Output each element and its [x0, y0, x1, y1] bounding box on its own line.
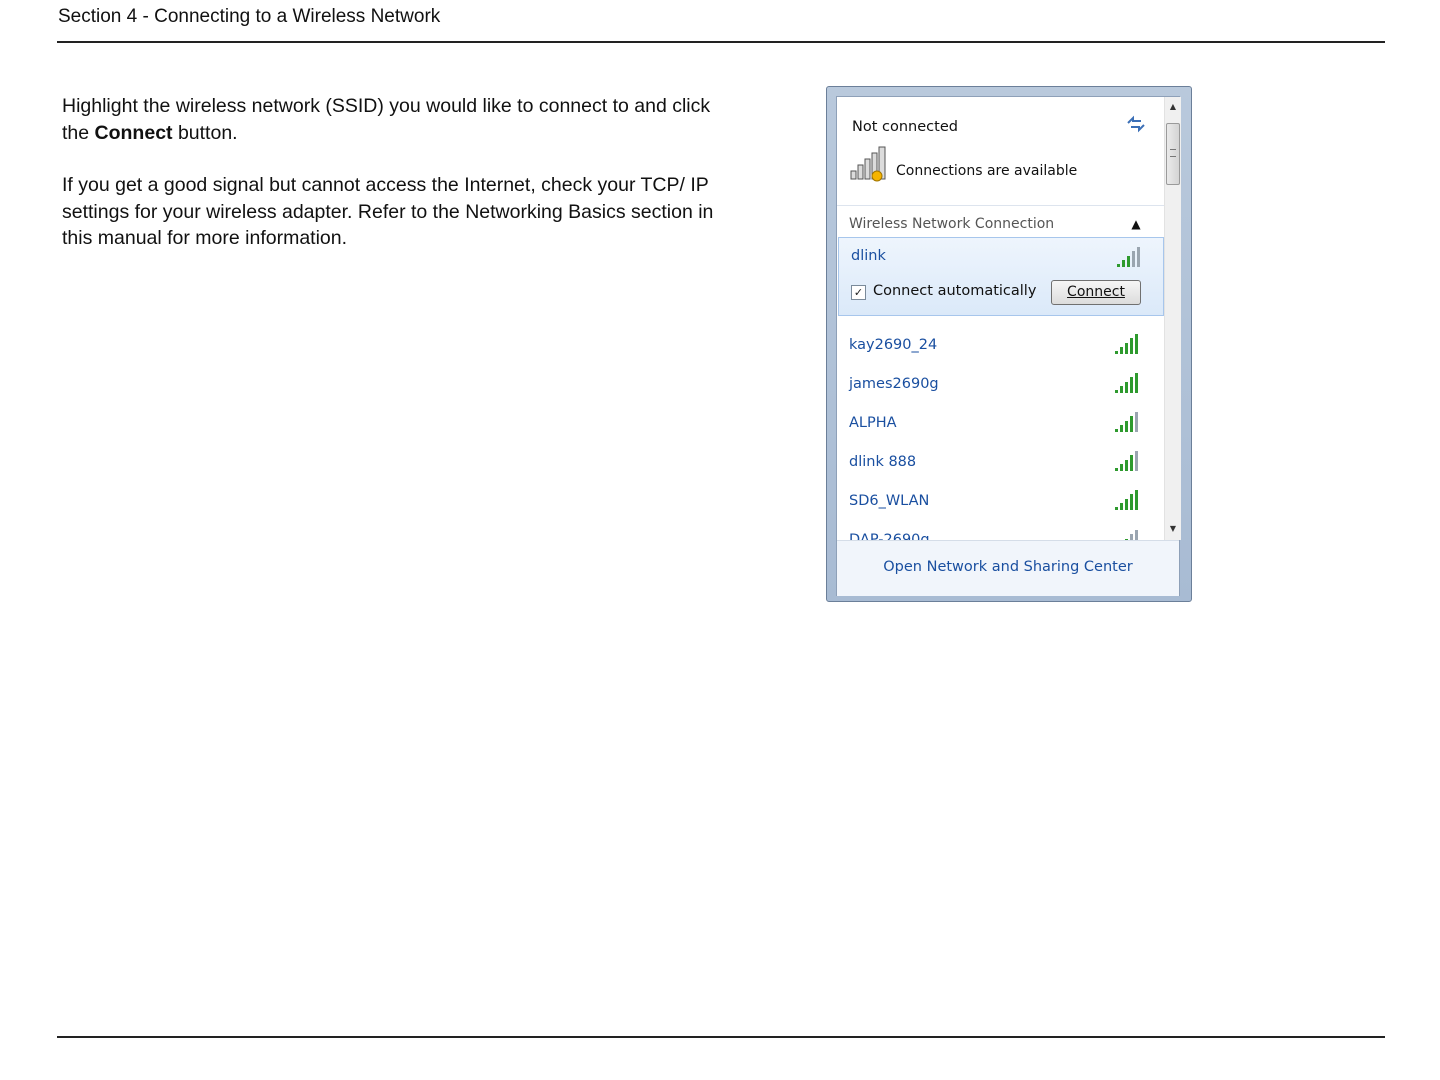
signal-bars-icon	[1125, 530, 1138, 540]
signal-bars-icon	[1115, 451, 1138, 471]
instruction-paragraph-2: If you get a good signal but cannot acce…	[62, 174, 714, 249]
connect-automatically-label: Connect automatically	[873, 283, 1037, 299]
refresh-icon[interactable]	[1125, 115, 1147, 133]
instruction-paragraph-1: Highlight the wireless network (SSID) yo…	[62, 95, 711, 144]
flyout-footer: Open Network and Sharing Center	[837, 540, 1179, 596]
scroll-down-icon[interactable]: ▼	[1165, 521, 1181, 537]
header-rule	[57, 41, 1385, 43]
scroll-up-icon[interactable]: ▲	[1165, 99, 1181, 115]
divider	[837, 205, 1165, 206]
footer-rule	[57, 1036, 1385, 1038]
signal-bars-icon	[1115, 373, 1138, 393]
network-list-scrollbar[interactable]: ▲ ▼	[1164, 97, 1181, 540]
instructions: Highlight the wireless network (SSID) yo…	[62, 93, 742, 278]
open-network-sharing-center-link[interactable]: Open Network and Sharing Center	[837, 559, 1179, 575]
thumb-grip	[1170, 149, 1176, 157]
availability-text: Connections are available	[896, 163, 1078, 179]
list-item[interactable]: DAP-2690g	[837, 517, 1164, 540]
signal-bars-icon	[1115, 334, 1138, 354]
flyout-panel: Not connected Connections are available …	[836, 96, 1181, 596]
section-header: Section 4 - Connecting to a Wireless Net…	[58, 6, 441, 27]
wireless-flyout: Not connected Connections are available …	[826, 86, 1192, 602]
chevron-up-icon[interactable]: ▲	[1128, 217, 1144, 231]
network-item-selected[interactable]: dlink ✓ Connect automatically Connect	[838, 237, 1164, 316]
network-name: dlink	[851, 248, 886, 264]
scroll-thumb[interactable]	[1166, 123, 1180, 185]
network-status-icon	[850, 146, 886, 182]
signal-bars-icon	[1115, 490, 1138, 510]
signal-bars-icon	[1115, 412, 1138, 432]
connect-button[interactable]: Connect	[1051, 280, 1141, 305]
group-label: Wireless Network Connection	[849, 216, 1055, 232]
signal-bars-icon	[1117, 247, 1140, 267]
connection-status: Not connected	[852, 119, 958, 135]
connect-automatically-checkbox[interactable]: ✓	[851, 285, 866, 300]
connect-emphasis: Connect	[94, 121, 173, 144]
